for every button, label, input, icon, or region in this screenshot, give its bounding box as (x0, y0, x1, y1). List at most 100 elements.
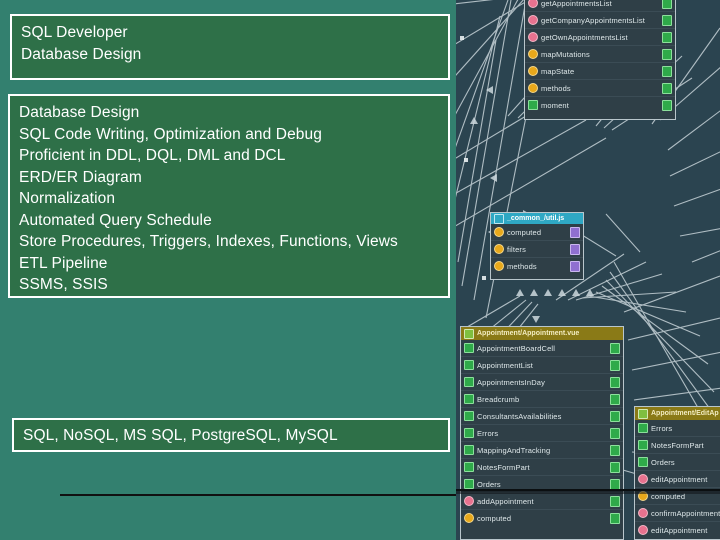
method-icon (528, 0, 538, 8)
node-row[interactable]: Errors (461, 425, 623, 442)
row-label: Orders (651, 457, 675, 467)
node-row[interactable]: moment (525, 97, 675, 113)
row-label: NotesFormPart (651, 440, 704, 450)
node-row[interactable]: Orders (635, 454, 720, 471)
method-icon (638, 525, 648, 535)
skill-line-5: Normalization (19, 190, 116, 207)
node-row[interactable]: ConsultantsAvailabilities (461, 408, 623, 425)
component-icon (638, 440, 648, 450)
node-row[interactable]: filters (491, 241, 583, 258)
databases-line-1: SQL, NoSQL, MS SQL, PostgreSQL, MySQL (23, 427, 338, 444)
skill-line-7: Store Procedures, Triggers, Indexes, Fun… (19, 233, 398, 250)
method-icon (638, 474, 648, 484)
component-icon (464, 377, 474, 387)
component-badge-icon (610, 427, 620, 439)
row-label: getCompanyAppointmentsList (541, 15, 645, 25)
property-badge-icon (570, 243, 580, 255)
node-row[interactable]: methods (491, 258, 583, 274)
row-label: Breadcrumb (477, 394, 520, 404)
component-icon (464, 394, 474, 404)
computed-icon (528, 83, 538, 93)
node-row[interactable]: getCompanyAppointmentsList (525, 12, 675, 29)
skill-line-4: ERD/ER Diagram (19, 168, 142, 186)
computed-icon (494, 244, 504, 254)
node-row[interactable]: Errors (635, 420, 720, 437)
component-icon (464, 343, 474, 353)
node-row[interactable]: addAppointment (461, 493, 623, 510)
node-row[interactable]: methods (525, 80, 675, 97)
row-label: computed (477, 513, 512, 523)
row-label: filters (507, 244, 526, 254)
row-label: mapState (541, 66, 575, 76)
node-row[interactable]: mapState (525, 63, 675, 80)
title-line-1: SQL Developer (21, 24, 128, 41)
top-members-node[interactable]: getAppointmentsList getCompanyAppointmen… (524, 0, 676, 120)
row-label: Errors (477, 428, 499, 438)
skill-line-3: Proficient in DDL, DQL, DML and DCL (19, 147, 286, 164)
slide-canvas: SQL Developer Database Design Database D… (0, 0, 458, 540)
node-header[interactable]: Appointment/Appointment.vue (461, 327, 623, 340)
component-badge-icon (610, 410, 620, 422)
component-badge-icon (610, 359, 620, 371)
node-row[interactable]: editAppointment (635, 471, 720, 488)
node-row[interactable]: AppointmentsInDay (461, 374, 623, 391)
databases-box: SQL, NoSQL, MS SQL, PostgreSQL, MySQL (12, 418, 450, 452)
node-row[interactable]: Breadcrumb (461, 391, 623, 408)
component-icon (464, 445, 474, 455)
node-header-label: Appointment/EditAp (651, 410, 719, 417)
component-badge-icon (610, 461, 620, 473)
row-label: moment (541, 100, 569, 110)
row-label: methods (541, 83, 571, 93)
node-header-label: _common_/util.js (507, 215, 565, 222)
node-row[interactable]: confirmAppointment (635, 505, 720, 522)
method-icon (528, 15, 538, 25)
computed-icon (494, 227, 504, 237)
row-label: editAppointment (651, 525, 708, 535)
node-header[interactable]: _common_/util.js (491, 213, 583, 224)
row-label: editAppointment (651, 474, 708, 484)
common-util-node[interactable]: _common_/util.js computed filters method… (490, 212, 584, 280)
node-header-label: Appointment/Appointment.vue (477, 330, 580, 337)
node-row[interactable]: AppointmentList (461, 357, 623, 374)
component-icon (638, 457, 648, 467)
row-label: AppointmentsInDay (477, 377, 546, 387)
appointment-edit-node[interactable]: Appointment/EditAp Errors NotesFormPart … (634, 406, 720, 540)
node-row[interactable]: getAppointmentsList (525, 0, 675, 12)
component-badge-icon (610, 342, 620, 354)
component-badge-icon (662, 14, 672, 26)
node-row[interactable]: computed (461, 510, 623, 526)
file-vue-icon (464, 328, 474, 339)
row-label: AppointmentBoardCell (477, 343, 556, 353)
component-badge-icon (662, 0, 672, 9)
scan-line (456, 489, 720, 491)
node-row[interactable]: AppointmentBoardCell (461, 340, 623, 357)
appointment-vue-node[interactable]: Appointment/Appointment.vue AppointmentB… (460, 326, 624, 540)
file-vue-icon (638, 408, 648, 419)
node-row[interactable]: NotesFormPart (635, 437, 720, 454)
node-row[interactable]: editAppointment (635, 522, 720, 538)
row-label: getAppointmentsList (541, 0, 612, 8)
node-row[interactable]: mapMutations (525, 46, 675, 63)
component-badge-icon (662, 82, 672, 94)
skill-line-8: ETL Pipeline (19, 254, 108, 272)
node-header[interactable]: Appointment/EditAp (635, 407, 720, 420)
component-badge-icon (662, 48, 672, 60)
method-icon (528, 32, 538, 42)
component-badge-icon (662, 99, 672, 111)
slide-screenshot: SQL Developer Database Design Database D… (0, 0, 720, 540)
row-label: ConsultantsAvailabilities (477, 411, 562, 421)
skill-line-9: SSMS, SSIS (19, 276, 108, 293)
dependency-diagram-panel: getAppointmentsList getCompanyAppointmen… (456, 0, 720, 540)
component-icon (464, 360, 474, 370)
skill-line-6: Automated Query Schedule (19, 211, 212, 229)
node-row[interactable]: getOwnAppointmentsList (525, 29, 675, 46)
node-row[interactable]: NotesFormPart (461, 459, 623, 476)
row-label: Orders (477, 479, 501, 489)
row-label: mapMutations (541, 49, 590, 59)
node-row[interactable]: MappingAndTracking (461, 442, 623, 459)
row-label: AppointmentList (477, 360, 534, 370)
row-label: Errors (651, 423, 673, 433)
row-label: getOwnAppointmentsList (541, 32, 628, 42)
node-row[interactable]: computed (491, 224, 583, 241)
row-label: MappingAndTracking (477, 445, 551, 455)
